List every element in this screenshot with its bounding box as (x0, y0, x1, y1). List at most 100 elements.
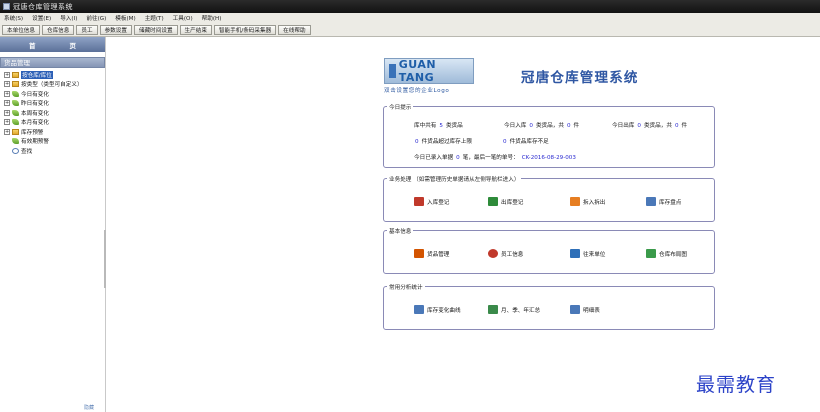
company-logo[interactable]: GUAN TANG 双击设置您的企业Logo (384, 58, 474, 94)
action-label: 货品管理 (427, 251, 450, 258)
title-bar: 冠唐仓库管理系统 (0, 0, 820, 13)
stocktake-button[interactable]: 库存盘点 (646, 197, 681, 206)
outbound-register-button[interactable]: 出库登记 (488, 197, 523, 206)
leaf-icon (12, 138, 19, 145)
toolbar-company-info-button[interactable]: 本单位信息 (2, 24, 40, 35)
tree-node-by-type[interactable]: + 按类型（类型可自定义） (4, 80, 105, 90)
outbound-piece-unit: 件 (681, 123, 688, 129)
toolbar-staff-button[interactable]: 员工 (76, 24, 98, 35)
inbound-type-count: 0 (529, 123, 533, 129)
window-title: 冠唐仓库管理系统 (13, 2, 73, 11)
expand-icon[interactable]: + (4, 109, 10, 116)
outbound-piece-count: 0 (674, 123, 679, 129)
goods-management-button[interactable]: 货品管理 (414, 249, 449, 258)
toolbar: 本单位信息 仓库信息 员工 参数设置 储藏时间设置 生产结束 智能手机/条码采集… (0, 23, 820, 37)
tree-node-label: 按类型（类型可自定义） (21, 82, 83, 89)
splitter-handle[interactable] (104, 230, 106, 288)
toolbar-online-help-button[interactable]: 在线帮助 (278, 24, 311, 35)
expand-icon[interactable]: + (4, 71, 10, 78)
partner-units-button[interactable]: 往来单位 (570, 249, 605, 258)
transfer-icon (570, 197, 580, 206)
menu-import[interactable]: 导入(I) (60, 14, 77, 22)
expand-icon[interactable]: + (4, 119, 10, 126)
goods-icon (414, 249, 424, 258)
today-tips-title: 今日提示 (387, 103, 414, 111)
tree-node-expiry-alert[interactable]: 有效期预警 (4, 137, 105, 147)
toolbar-params-button[interactable]: 参数设置 (99, 24, 132, 35)
home-tab-char-2: 页 (69, 41, 77, 50)
tree-node-stock-alert[interactable]: + 库存预警 (4, 127, 105, 137)
stock-curve-button[interactable]: 库存变化曲线 (414, 305, 461, 314)
tree-node-label: 按仓库/库位 (21, 70, 53, 79)
action-label: 员工信息 (501, 251, 524, 258)
action-label: 明细表 (583, 307, 600, 314)
over-limit-summary[interactable]: 0 件货品超过库存上限 (412, 137, 472, 145)
menu-tools[interactable]: 工具(O) (173, 14, 193, 22)
tree-node-label: 本月有变化 (21, 120, 49, 127)
hide-sidebar-link[interactable]: 隐藏 (84, 404, 94, 411)
menu-goto[interactable]: 前往(G) (86, 14, 106, 22)
tree-node-week-changed[interactable]: + 本周有变化 (4, 108, 105, 118)
toolbar-scanner-button[interactable]: 智能手机/条码采集器 (213, 24, 277, 35)
toolbar-storage-time-button[interactable]: 储藏时间设置 (133, 24, 178, 35)
menu-help[interactable]: 帮助(H) (202, 14, 222, 22)
menu-theme[interactable]: 主题(T) (145, 14, 164, 22)
leaf-icon (12, 119, 19, 126)
basic-info-title: 基本信息 (387, 227, 414, 235)
search-icon (12, 147, 19, 154)
menu-template[interactable]: 模板(M) (115, 14, 135, 22)
tree-node-label: 查找 (21, 148, 33, 155)
action-label: 仓库布局图 (659, 251, 687, 258)
stock-total-count: 5 (439, 123, 443, 129)
inbound-piece-unit: 件 (573, 123, 580, 129)
action-label: 库存盘点 (659, 199, 682, 206)
shortage-summary[interactable]: 0 件货品库存不足 (500, 137, 549, 145)
tree-node-yesterday-changed[interactable]: + 昨日有变化 (4, 99, 105, 109)
tree-node-label: 昨日有变化 (21, 101, 49, 108)
logo-hint: 双击设置您的企业Logo (384, 88, 450, 94)
partner-icon (570, 249, 580, 258)
outbound-label: 今日出库 (612, 123, 635, 129)
leaf-icon (12, 100, 19, 107)
tree-node-by-warehouse[interactable]: + 按仓库/库位 (4, 70, 105, 80)
menu-system[interactable]: 系统(S) (4, 14, 23, 22)
stock-total-unit: 类货品 (445, 123, 463, 129)
logo-mark: GUAN TANG (384, 58, 474, 84)
stock-total-label: 库中共有 (414, 123, 437, 129)
expand-icon[interactable]: + (4, 128, 10, 135)
home-tab-char-1: 首 (29, 41, 36, 50)
expand-icon[interactable]: + (4, 100, 10, 107)
period-summary-button[interactable]: 月、季、年汇总 (488, 305, 540, 314)
goods-panel-header[interactable]: 货品管理 (0, 57, 105, 68)
detail-table-button[interactable]: 明细表 (570, 305, 600, 314)
menu-settings[interactable]: 设置(E) (32, 14, 51, 22)
tree-node-search[interactable]: 查找 (4, 146, 105, 156)
warehouse-layout-button[interactable]: 仓库布局图 (646, 249, 687, 258)
leaf-icon (12, 109, 19, 116)
action-label: 出库登记 (501, 199, 524, 206)
folder-icon (12, 128, 19, 135)
transfer-button[interactable]: 拆入拆出 (570, 197, 605, 206)
home-tab[interactable]: 首 页 (0, 37, 105, 52)
watermark: 最需教育 (696, 374, 777, 396)
expand-icon[interactable]: + (4, 90, 10, 97)
inbound-icon (414, 197, 424, 206)
tree-node-label: 本周有变化 (21, 110, 49, 117)
docs-label: 今日已录入单据 (414, 155, 454, 161)
expand-icon[interactable]: + (4, 81, 10, 88)
today-docs-summary: 今日已录入单据 0 笔，最后一笔的单号： CK-2016-08-29-003 (414, 153, 576, 161)
analysis-group: 常用分析统计 库存变化曲线 月、季、年汇总 明细表 (383, 283, 715, 330)
sidebar: 首 页 货品管理 + 按仓库/库位 + 按类型（类型可自定义） + 今日有变化 … (0, 37, 106, 412)
folder-icon (12, 81, 19, 88)
shortage-count: 0 (503, 139, 507, 145)
tree-node-month-changed[interactable]: + 本月有变化 (4, 118, 105, 128)
staff-info-button[interactable]: 员工信息 (488, 249, 523, 258)
analysis-title: 常用分析统计 (387, 283, 425, 291)
chart-icon (414, 305, 424, 314)
inbound-register-button[interactable]: 入库登记 (414, 197, 449, 206)
tree-node-today-changed[interactable]: + 今日有变化 (4, 89, 105, 99)
toolbar-production-button[interactable]: 生产结束 (179, 24, 212, 35)
toolbar-warehouse-info-button[interactable]: 仓库信息 (41, 24, 75, 35)
business-group: 业务处理 （如需管理历史单据请从左侧导航栏进入） 入库登记 出库登记 拆入拆出 … (383, 175, 715, 222)
action-label: 入库登记 (427, 199, 450, 206)
